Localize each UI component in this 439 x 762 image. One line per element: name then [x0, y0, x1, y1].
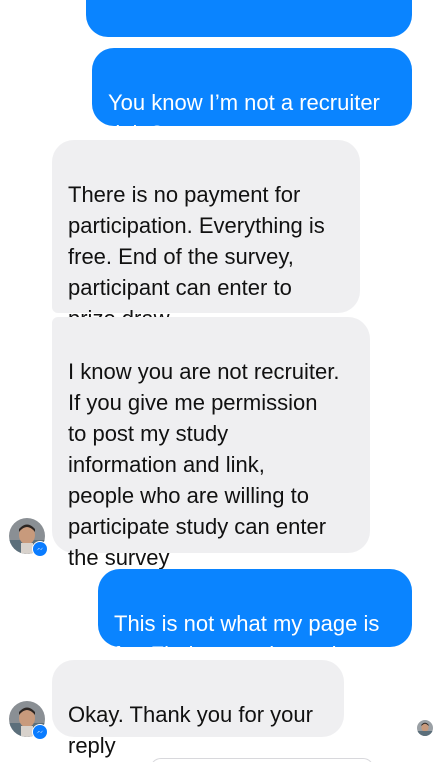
message-text: This is not what my page is for. Find so… — [114, 611, 380, 667]
message-text: Okay. Thank you for your reply — [68, 702, 313, 758]
message-outgoing-1[interactable]: labor? — [86, 0, 412, 59]
message-text: There is no payment for participation. E… — [68, 182, 325, 331]
message-outgoing-3[interactable]: This is not what my page is for. Find so… — [98, 569, 412, 667]
message-outgoing-2[interactable]: You know I’m not a recruiter right? — [92, 48, 412, 146]
message-incoming-3[interactable]: Okay. Thank you for your reply — [52, 660, 344, 758]
message-text: I know you are not recruiter. If you giv… — [68, 359, 340, 570]
message-text: You know I’m not a recruiter right? — [108, 90, 380, 146]
messenger-badge-icon — [33, 725, 47, 739]
messenger-badge — [32, 724, 48, 740]
message-thread: labor? You know I’m not a recruiter righ… — [0, 0, 439, 762]
message-incoming-1[interactable]: There is no payment for participation. E… — [52, 140, 360, 331]
bottom-bubble-edge — [150, 758, 374, 762]
messenger-badge — [32, 541, 48, 557]
messenger-badge-icon — [33, 542, 47, 556]
seen-avatar-icon — [417, 720, 433, 736]
contact-avatar[interactable] — [9, 518, 48, 557]
seen-receipt — [417, 720, 433, 736]
contact-avatar[interactable] — [9, 701, 48, 740]
message-incoming-2[interactable]: I know you are not recruiter. If you giv… — [52, 317, 370, 570]
